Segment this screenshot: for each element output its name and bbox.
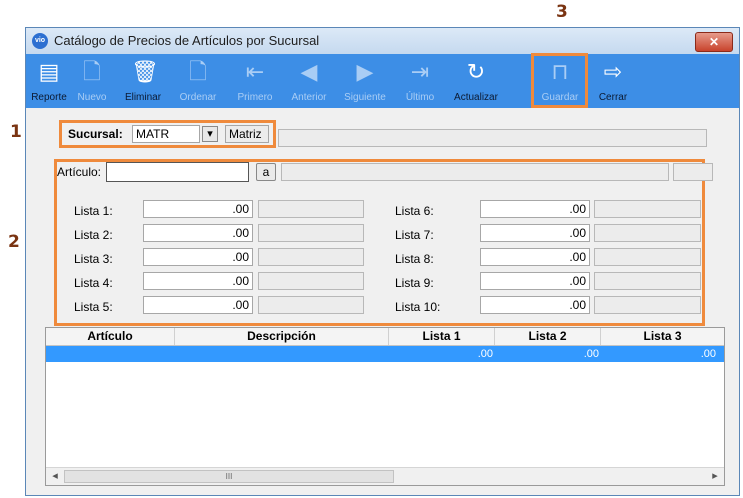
- close-label: Cerrar: [598, 92, 628, 103]
- window-title: Catálogo de Precios de Artículos por Suc…: [54, 33, 320, 48]
- title-bar: vio Catálogo de Precios de Artículos por…: [26, 28, 739, 54]
- lista-9-label: Lista 9:: [395, 276, 434, 290]
- articulo-input[interactable]: [106, 162, 249, 182]
- lista-6-extra: [594, 200, 701, 218]
- refresh-label: Actualizar: [454, 92, 498, 103]
- sort-button[interactable]: 🗋 Ordenar: [173, 54, 223, 108]
- lista-3-extra: [258, 248, 364, 266]
- lista-6-input[interactable]: .00: [480, 200, 590, 218]
- delete-label: Eliminar: [124, 92, 162, 103]
- lista-8-label: Lista 8:: [395, 252, 434, 266]
- callout-number-1: 1: [10, 122, 22, 142]
- lista-1-input[interactable]: .00: [143, 200, 253, 218]
- delete-button[interactable]: 🗑 Eliminar: [118, 54, 168, 108]
- lista-3-input[interactable]: .00: [143, 248, 253, 266]
- sort-label: Ordenar: [179, 92, 217, 103]
- close-window-button[interactable]: ✕: [695, 32, 733, 52]
- next-arrow-icon: ▶: [356, 59, 374, 84]
- lista-3-label: Lista 3:: [74, 252, 113, 266]
- lista-4-extra: [258, 272, 364, 290]
- first-button[interactable]: ⇤ Primero: [231, 54, 279, 108]
- scroll-left-icon[interactable]: ◂: [48, 469, 62, 484]
- prices-grid[interactable]: Artículo Descripción Lista 1 Lista 2 Lis…: [45, 327, 725, 486]
- column-header-lista-3[interactable]: Lista 3: [601, 328, 724, 345]
- lista-2-label: Lista 2:: [74, 228, 113, 242]
- lista-1-extra: [258, 200, 364, 218]
- column-header-lista-2[interactable]: Lista 2: [495, 328, 601, 345]
- lista-5-extra: [258, 296, 364, 314]
- cell-lista-3: .00: [700, 348, 716, 360]
- cell-lista-2: .00: [583, 348, 599, 360]
- cell-articulo: [46, 346, 171, 362]
- lista-2-input[interactable]: .00: [143, 224, 253, 242]
- sucursal-select[interactable]: MATR: [132, 125, 200, 143]
- refresh-button[interactable]: ↻ Actualizar: [446, 54, 506, 108]
- new-label: Nuevo: [77, 92, 107, 103]
- scroll-thumb[interactable]: III: [64, 470, 394, 483]
- grid-header: Artículo Descripción Lista 1 Lista 2 Lis…: [46, 328, 724, 346]
- lista-8-extra: [594, 248, 701, 266]
- column-header-lista-1[interactable]: Lista 1: [389, 328, 495, 345]
- lista-5-input[interactable]: .00: [143, 296, 253, 314]
- table-row[interactable]: .00 .00 .00: [46, 346, 724, 362]
- cell-lista-1: .00: [477, 348, 493, 360]
- previous-label: Anterior: [291, 92, 327, 103]
- new-button[interactable]: 🗋 Nuevo: [72, 54, 112, 108]
- sucursal-label: Sucursal:: [68, 127, 123, 141]
- scroll-right-icon[interactable]: ▸: [708, 469, 722, 484]
- articulo-description-field: [281, 163, 669, 181]
- refresh-icon: ↻: [466, 59, 486, 84]
- report-icon: ▤: [38, 59, 60, 84]
- new-document-icon: 🗋: [83, 59, 101, 84]
- articulo-label: Artículo:: [57, 165, 102, 179]
- articulo-lookup-button[interactable]: a: [256, 163, 276, 181]
- last-arrow-icon: ⇥: [410, 59, 430, 84]
- horizontal-scrollbar[interactable]: ◂ III ▸: [46, 467, 724, 485]
- callout-number-2: 2: [8, 232, 20, 252]
- trash-icon: 🗑: [131, 59, 159, 84]
- catalog-window: vio Catálogo de Precios de Artículos por…: [25, 27, 740, 496]
- last-button[interactable]: ⇥ Último: [398, 54, 442, 108]
- articulo-extra-field: [673, 163, 713, 181]
- lista-4-label: Lista 4:: [74, 276, 113, 290]
- sucursal-extra-field: [278, 129, 707, 147]
- chevron-down-icon[interactable]: ▾: [202, 126, 218, 142]
- lista-7-extra: [594, 224, 701, 242]
- lista-6-label: Lista 6:: [395, 204, 434, 218]
- sort-document-icon: 🗋: [189, 59, 207, 84]
- lista-10-input[interactable]: .00: [480, 296, 590, 314]
- toolbar: ▤ Reporte 🗋 Nuevo 🗑 Eliminar 🗋 Ordenar ⇤…: [26, 54, 739, 108]
- first-label: Primero: [237, 92, 273, 103]
- lista-1-label: Lista 1:: [74, 204, 113, 218]
- cell-descripcion: [175, 346, 385, 362]
- sucursal-name-field: Matriz: [225, 125, 269, 143]
- last-label: Último: [405, 92, 435, 103]
- next-button[interactable]: ▶ Siguiente: [338, 54, 392, 108]
- lista-7-input[interactable]: .00: [480, 224, 590, 242]
- next-label: Siguiente: [344, 92, 386, 103]
- lista-9-extra: [594, 272, 701, 290]
- close-button[interactable]: ⇨ Cerrar: [591, 54, 635, 108]
- previous-arrow-icon: ◀: [300, 59, 318, 84]
- report-button[interactable]: ▤ Reporte: [28, 54, 70, 108]
- column-header-articulo[interactable]: Artículo: [46, 328, 175, 345]
- column-header-descripcion[interactable]: Descripción: [175, 328, 389, 345]
- app-logo-icon: vio: [32, 33, 48, 49]
- lista-10-label: Lista 10:: [395, 300, 441, 314]
- lista-7-label: Lista 7:: [395, 228, 434, 242]
- lista-8-input[interactable]: .00: [480, 248, 590, 266]
- callout-number-3: 3: [556, 2, 568, 22]
- report-label: Reporte: [31, 92, 67, 103]
- previous-button[interactable]: ◀ Anterior: [284, 54, 334, 108]
- exit-icon: ⇨: [603, 59, 623, 84]
- first-arrow-icon: ⇤: [245, 59, 265, 84]
- lista-5-label: Lista 5:: [74, 300, 113, 314]
- lista-4-input[interactable]: .00: [143, 272, 253, 290]
- lista-9-input[interactable]: .00: [480, 272, 590, 290]
- lista-10-extra: [594, 296, 701, 314]
- lista-2-extra: [258, 224, 364, 242]
- save-highlight-box: [531, 53, 588, 108]
